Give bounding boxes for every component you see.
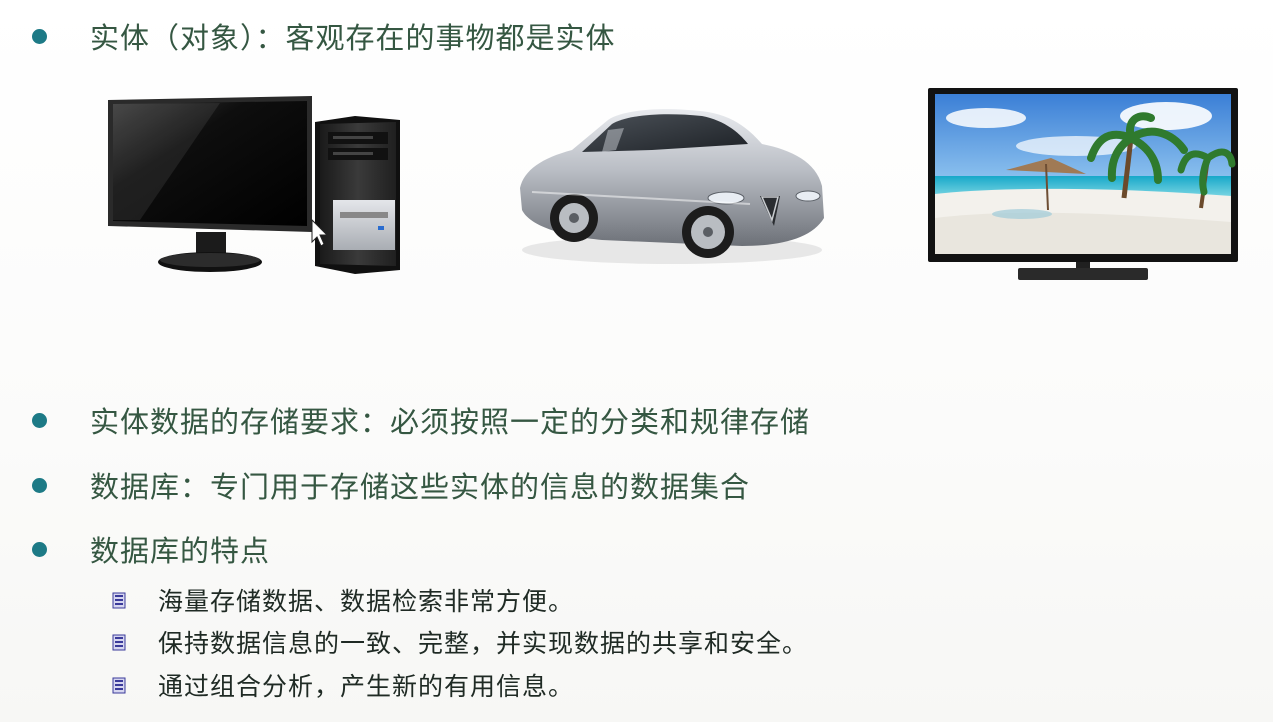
sub-bullet-item: 海量存储数据、数据检索非常方便。 [112, 582, 574, 618]
sub-bullet-item: 通过组合分析，产生新的有用信息。 [112, 667, 574, 703]
slide: 实体（对象）：客观存在的事物都是实体 实体数据的存储要求：必须按照一定的分类和规… [0, 0, 1273, 722]
bullet-dot-icon [32, 541, 47, 557]
desktop-computer-picture [108, 96, 400, 274]
list-bullet-icon [112, 592, 126, 608]
sub-bullet-item: 保持数据信息的一致、完整，并实现数据的共享和安全。 [112, 624, 808, 660]
bullet-database-definition: 数据库：专门用于存储这些实体的信息的数据集合 [32, 463, 750, 507]
car-picture [520, 109, 824, 264]
sub-bullet-text: 保持数据信息的一致、完整，并实现数据的共享和安全。 [158, 629, 809, 658]
sub-bullet-text: 通过组合分析，产生新的有用信息。 [158, 672, 575, 701]
bullet-dot-icon [32, 477, 47, 493]
bullet-dot-icon [32, 28, 47, 44]
sub-bullet-text: 海量存储数据、数据检索非常方便。 [158, 587, 575, 616]
bullet-text: 实体（对象）：客观存在的事物都是实体 [90, 21, 616, 55]
television-picture [928, 88, 1238, 280]
bullet-text: 实体数据的存储要求：必须按照一定的分类和规律存储 [90, 405, 811, 439]
bullet-entity: 实体（对象）：客观存在的事物都是实体 [32, 14, 616, 58]
list-bullet-icon [112, 677, 126, 693]
bullet-database-features: 数据库的特点 [32, 527, 270, 571]
bullet-storage-requirement: 实体数据的存储要求：必须按照一定的分类和规律存储 [32, 398, 810, 442]
bullet-text: 数据库：专门用于存储这些实体的信息的数据集合 [90, 470, 751, 504]
bullet-dot-icon [32, 412, 47, 428]
list-bullet-icon [112, 634, 126, 650]
bullet-text: 数据库的特点 [90, 534, 271, 568]
